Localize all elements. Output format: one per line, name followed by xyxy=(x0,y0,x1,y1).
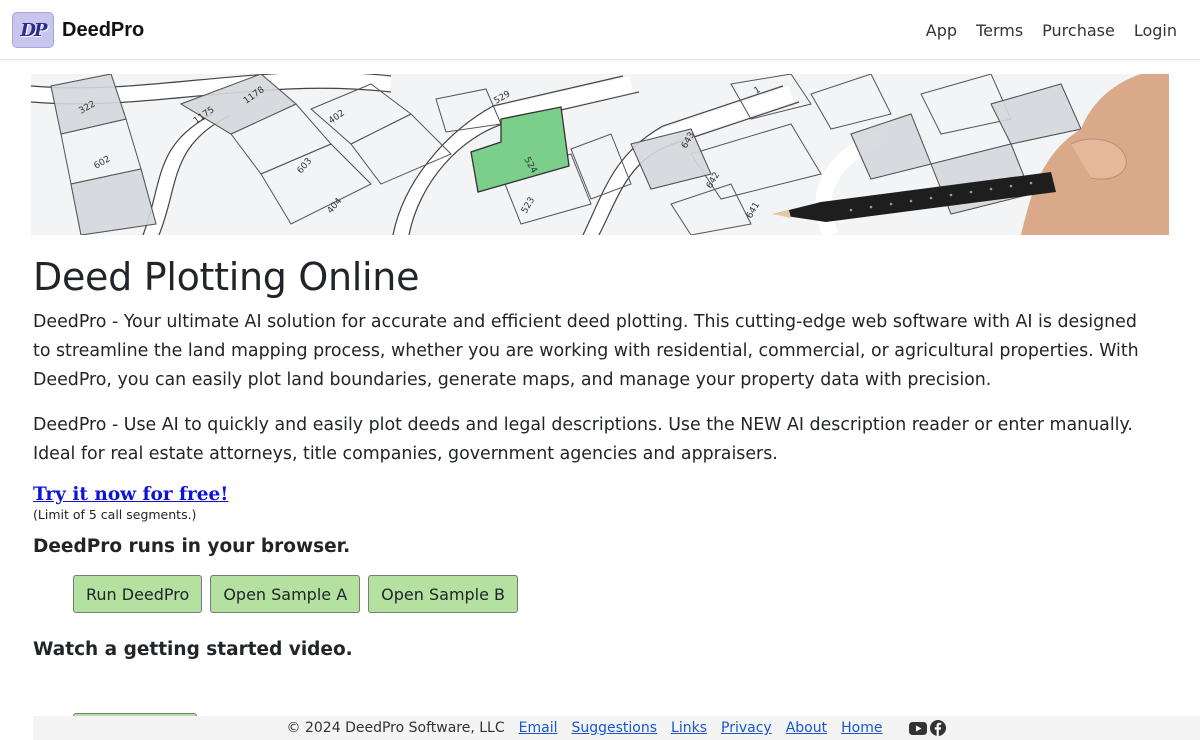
main-content: Deed Plotting Online DeedPro - Your ulti… xyxy=(33,250,1153,660)
video-heading: Watch a getting started video. xyxy=(33,639,353,660)
open-sample-a-button[interactable]: Open Sample A xyxy=(210,575,361,613)
description-paragraph: DeedPro - Use AI to quickly and easily p… xyxy=(33,415,1133,464)
nav-links: App Terms Purchase Login xyxy=(907,0,1177,60)
nav-link-app[interactable]: App xyxy=(926,21,957,40)
facebook-icon[interactable] xyxy=(930,720,947,736)
browser-heading: DeedPro runs in your browser. xyxy=(33,536,351,557)
navbar: DP DeedPro App Terms Purchase Login xyxy=(0,0,1200,60)
try-free-link[interactable]: Try it now for free! xyxy=(33,484,228,505)
footer-link-about[interactable]: About xyxy=(786,720,827,736)
brand-home-link[interactable]: DP DeedPro xyxy=(12,12,144,48)
action-buttons: Run DeedPro Open Sample A Open Sample B xyxy=(73,575,1153,613)
copyright-text: © 2024 DeedPro Software, LLC xyxy=(286,720,505,736)
footer-link-email[interactable]: Email xyxy=(519,720,558,736)
plat-map-illustration: 322 1178 1175 402 529 524 643 642 641 60… xyxy=(31,74,1169,235)
intro-paragraph: DeedPro - Your ultimate AI solution for … xyxy=(33,312,1139,390)
brand-name: DeedPro xyxy=(62,18,145,41)
footer-link-links[interactable]: Links xyxy=(671,720,707,736)
footer-link-privacy[interactable]: Privacy xyxy=(721,720,772,736)
deedpro-logo: DP xyxy=(12,12,54,48)
nav-link-login[interactable]: Login xyxy=(1134,21,1177,40)
social-links xyxy=(906,720,947,736)
run-deedpro-button[interactable]: Run DeedPro xyxy=(73,575,203,613)
limit-note: (Limit of 5 call segments.) xyxy=(33,507,197,522)
footer-link-suggestions[interactable]: Suggestions xyxy=(571,720,657,736)
open-sample-b-button[interactable]: Open Sample B xyxy=(368,575,519,613)
page-title: Deed Plotting Online xyxy=(33,255,420,299)
nav-link-purchase[interactable]: Purchase xyxy=(1042,21,1115,40)
youtube-icon[interactable] xyxy=(909,721,928,735)
footer: © 2024 DeedPro Software, LLC Email Sugge… xyxy=(33,716,1200,740)
hero-plat-map-image: 322 1178 1175 402 529 524 643 642 641 60… xyxy=(31,74,1169,235)
logo-text: DP xyxy=(20,19,47,41)
footer-link-home[interactable]: Home xyxy=(841,720,882,736)
nav-link-terms[interactable]: Terms xyxy=(976,21,1023,40)
